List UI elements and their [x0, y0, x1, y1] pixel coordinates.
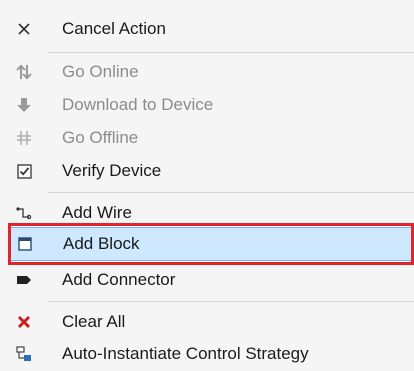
menu-item-label: Go Online — [62, 62, 139, 81]
menu-item-label: Add Connector — [62, 270, 176, 289]
menu-item-label: Add Block — [63, 234, 140, 253]
menu-item-label: Verify Device — [62, 161, 162, 180]
menu-item-label: Auto-Instantiate Control Strategy — [62, 344, 309, 363]
go-online-icon — [16, 64, 32, 80]
menu-item-label: Clear All — [62, 312, 126, 331]
menu-item-go-offline[interactable]: Go Offline — [0, 121, 414, 155]
menu-item-cancel-action[interactable]: Cancel Action — [0, 12, 414, 46]
menu-item-go-online[interactable]: Go Online — [0, 55, 414, 89]
wire-icon — [16, 205, 32, 221]
menu-item-label: Go Offline — [62, 128, 139, 147]
menu-item-verify-device[interactable]: Verify Device — [0, 154, 414, 188]
block-icon — [17, 236, 33, 252]
menu-item-add-block[interactable]: Add Block — [10, 227, 414, 261]
connector-icon — [16, 272, 32, 288]
menu-separator — [48, 192, 414, 193]
download-icon — [16, 97, 32, 113]
menu-separator — [48, 52, 414, 53]
checkbox-icon — [16, 163, 32, 179]
menu-item-label: Download to Device — [62, 95, 214, 114]
menu-item-add-wire[interactable]: Add Wire — [0, 196, 414, 230]
menu-item-download-to-device[interactable]: Download to Device — [0, 88, 414, 122]
menu-item-label: Add Wire — [62, 203, 132, 222]
menu-item-clear-all[interactable]: Clear All — [0, 305, 414, 339]
menu-item-label: Cancel Action — [62, 19, 166, 38]
clear-icon — [16, 314, 32, 330]
go-offline-icon — [16, 130, 32, 146]
close-icon — [16, 21, 32, 37]
menu-item-add-connector[interactable]: Add Connector — [0, 263, 414, 297]
context-menu: Cancel Action Go Online Download to Devi… — [0, 0, 414, 371]
menu-item-auto-instantiate[interactable]: Auto-Instantiate Control Strategy — [0, 337, 414, 371]
menu-separator — [48, 301, 414, 302]
auto-instantiate-icon — [16, 346, 32, 362]
